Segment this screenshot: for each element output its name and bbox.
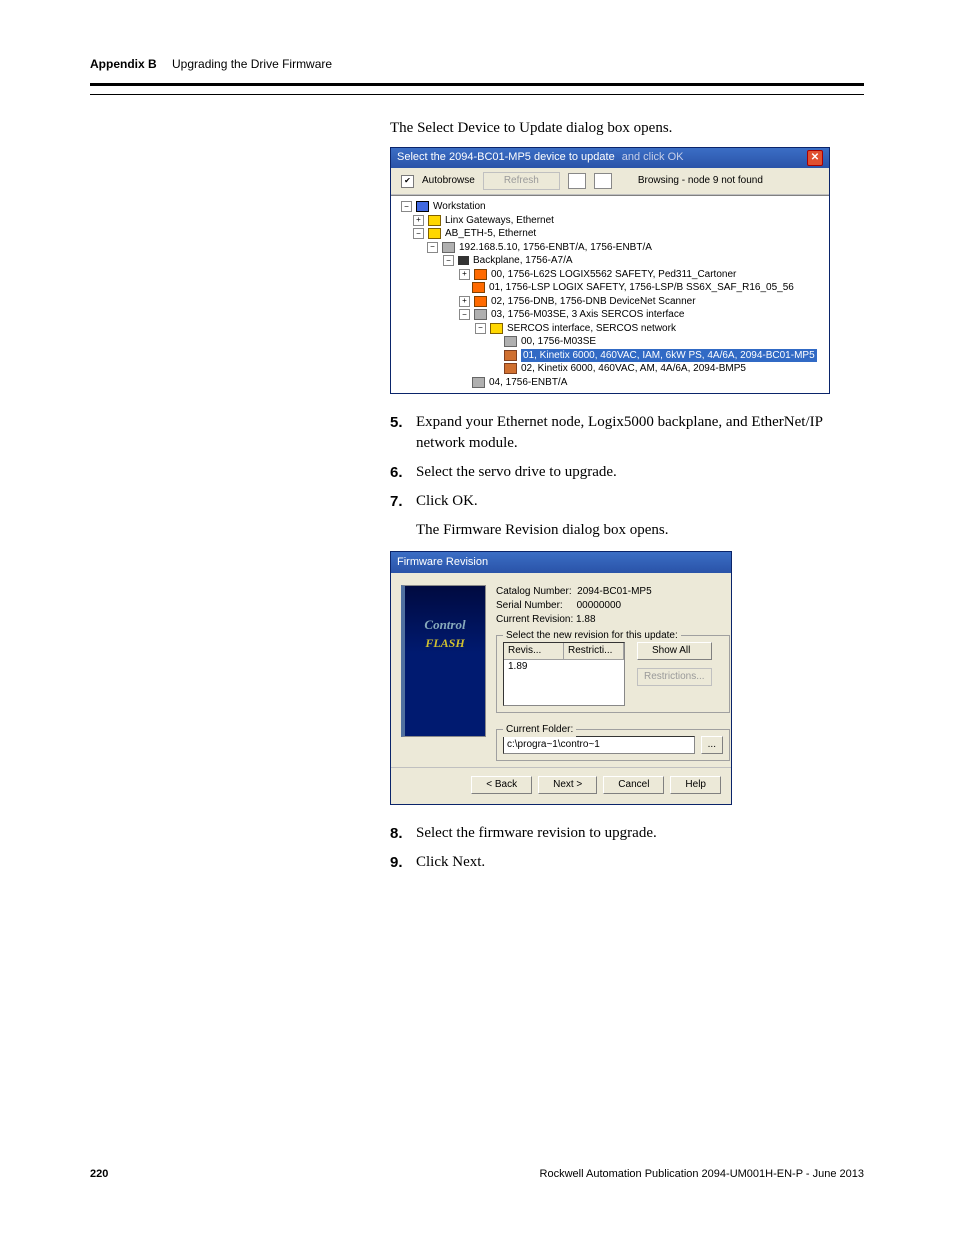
cancel-button[interactable]: Cancel: [603, 776, 664, 794]
device-tree: −Workstation +Linx Gateways, Ethernet −A…: [391, 195, 829, 393]
next-button[interactable]: Next >: [538, 776, 597, 794]
tree-node[interactable]: 02, Kinetix 6000, 460VAC, AM, 4A/6A, 209…: [401, 362, 827, 376]
controlflash-logo: Control FLASH: [401, 585, 486, 737]
revision-item[interactable]: 1.89: [504, 660, 624, 674]
dialog-intro-1: The Select Device to Update dialog box o…: [390, 118, 834, 139]
dialog-toolbar: ✔ Autobrowse Refresh Browsing - node 9 n…: [391, 168, 829, 195]
back-button[interactable]: < Back: [471, 776, 532, 794]
page-number: 220: [90, 1168, 108, 1180]
help-button[interactable]: Help: [670, 776, 721, 794]
tree-node[interactable]: +00, 1756-L62S LOGIX5562 SAFETY, Ped311_…: [401, 268, 827, 282]
page-footer: 220 Rockwell Automation Publication 2094…: [90, 1168, 864, 1180]
step-text: Select the firmware revision to upgrade.: [416, 823, 657, 844]
tree-node[interactable]: 04, 1756-ENBT/A: [401, 376, 827, 390]
tree-node[interactable]: −03, 1756-M03SE, 3 Axis SERCOS interface: [401, 308, 827, 322]
step-text: Click OK.: [416, 491, 478, 512]
step-text: Click Next.: [416, 852, 485, 873]
tree-node[interactable]: −SERCOS interface, SERCOS network: [401, 322, 827, 336]
tree-node[interactable]: +Linx Gateways, Ethernet: [401, 214, 827, 228]
dialog-titlebar: Firmware Revision: [391, 552, 731, 573]
firmware-revision-dialog: Firmware Revision Control FLASH Catalog …: [390, 551, 732, 805]
title-rest: and click OK: [619, 151, 684, 163]
catalog-line: Catalog Number: 2094-BC01-MP5: [496, 585, 730, 599]
step-number: 9.: [390, 852, 416, 873]
grid-icon[interactable]: [594, 173, 612, 189]
title-bold: Select the 2094-BC01-MP5 device to updat…: [397, 151, 615, 163]
revision-list[interactable]: Revis... Restricti... 1.89: [503, 642, 625, 706]
autobrowse-label: Autobrowse: [422, 174, 475, 188]
close-icon[interactable]: ✕: [807, 150, 823, 166]
tree-node-workstation[interactable]: −Workstation: [401, 200, 827, 214]
select-revision-group: Select the new revision for this update:…: [496, 635, 730, 713]
step-text: Select the servo drive to upgrade.: [416, 462, 617, 483]
select-device-dialog: Select the 2094-BC01-MP5 device to updat…: [390, 147, 830, 394]
refresh-button: Refresh: [483, 172, 560, 190]
folder-path: c:\progra~1\contro~1: [503, 736, 695, 754]
step-number: 6.: [390, 462, 416, 483]
currev-line: Current Revision: 1.88: [496, 613, 730, 627]
page-header: Appendix B Upgrading the Drive Firmware: [90, 55, 864, 103]
tree-node-selected[interactable]: 01, Kinetix 6000, 460VAC, IAM, 6kW PS, 4…: [401, 349, 827, 363]
header-title: Upgrading the Drive Firmware: [172, 57, 332, 71]
autobrowse-checkbox[interactable]: ✔: [401, 175, 414, 188]
tree-node[interactable]: −AB_ETH-5, Ethernet: [401, 227, 827, 241]
restrictions-button: Restrictions...: [637, 668, 712, 686]
list-icon[interactable]: [568, 173, 586, 189]
step-number: 7.: [390, 491, 416, 512]
browse-button[interactable]: ...: [701, 736, 723, 754]
step-text: Expand your Ethernet node, Logix5000 bac…: [416, 412, 834, 454]
tree-node[interactable]: −192.168.5.10, 1756-ENBT/A, 1756-ENBT/A: [401, 241, 827, 255]
step-number: 8.: [390, 823, 416, 844]
step-number: 5.: [390, 412, 416, 454]
showall-button[interactable]: Show All: [637, 642, 712, 660]
tree-node[interactable]: +02, 1756-DNB, 1756-DNB DeviceNet Scanne…: [401, 295, 827, 309]
publication-line: Rockwell Automation Publication 2094-UM0…: [540, 1168, 864, 1180]
appendix-label: Appendix B: [90, 57, 157, 71]
browse-status: Browsing - node 9 not found: [638, 174, 763, 188]
tree-node[interactable]: −Backplane, 1756-A7/A: [401, 254, 827, 268]
current-folder-group: Current Folder: c:\progra~1\contro~1 ...: [496, 729, 730, 761]
serial-line: Serial Number: 00000000: [496, 599, 730, 613]
dialog-button-row: < Back Next > Cancel Help: [391, 768, 731, 804]
dialog-intro-2: The Firmware Revision dialog box opens.: [416, 520, 834, 541]
dialog-titlebar: Select the 2094-BC01-MP5 device to updat…: [391, 148, 829, 168]
tree-node[interactable]: 01, 1756-LSP LOGIX SAFETY, 1756-LSP/B SS…: [401, 281, 827, 295]
tree-node[interactable]: 00, 1756-M03SE: [401, 335, 827, 349]
